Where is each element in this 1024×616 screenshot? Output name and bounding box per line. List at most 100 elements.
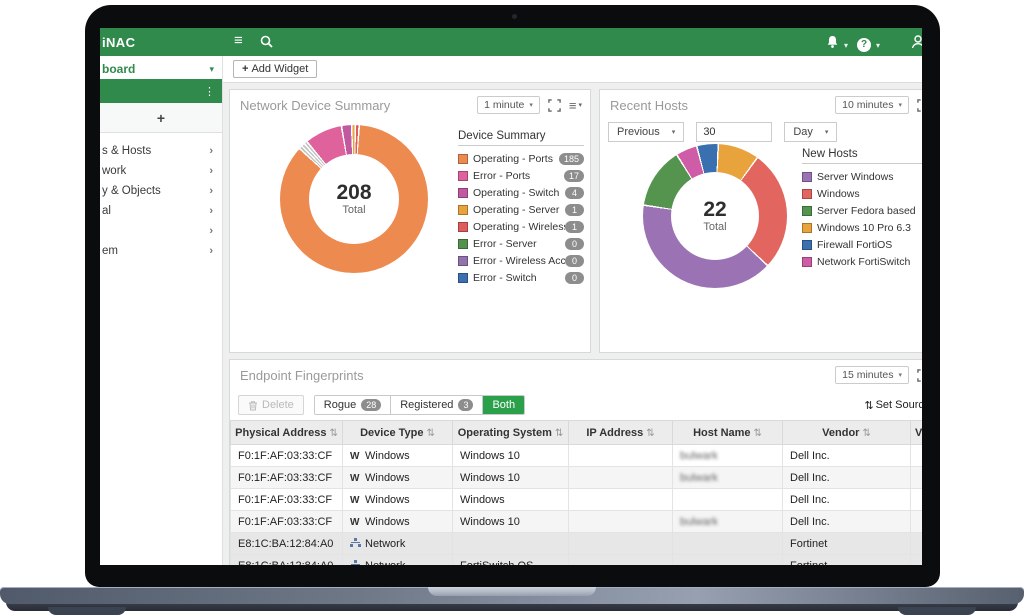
legend-item[interactable]: Windows 10 Pro 6.3 (802, 219, 922, 236)
cell-host-name[interactable] (673, 555, 783, 566)
table-row[interactable]: E8:1C:BA:12:84:A0 Network Fortinet (231, 533, 923, 555)
widget-menu-icon[interactable]: ≡ ▾ (569, 98, 582, 113)
cell-ip-address[interactable] (569, 467, 673, 489)
legend-item[interactable]: Error - Wireless Acc... 0 (458, 252, 584, 269)
cell-host-name[interactable] (673, 533, 783, 555)
legend-item[interactable]: Error - Server 0 (458, 235, 584, 252)
cell-physical-address[interactable]: F0:1F:AF:03:33:CF (231, 511, 343, 533)
cell-device-type[interactable]: Windows (343, 489, 453, 511)
expand-icon[interactable] (548, 99, 561, 112)
cell-device-type[interactable]: Windows (343, 467, 453, 489)
cell-vendor[interactable]: Fortinet (783, 555, 911, 566)
cell-host-name[interactable]: bulwark (673, 511, 783, 533)
cell-vendor[interactable]: Dell Inc. (783, 489, 911, 511)
refresh-interval-dropdown[interactable]: 1 minute ▾ (477, 96, 540, 114)
sort-icon[interactable]: ⇅ (754, 428, 762, 439)
user-icon[interactable] (910, 34, 922, 54)
cell-extra[interactable] (911, 445, 923, 467)
legend-item[interactable]: Server Fedora based (802, 202, 922, 219)
sidebar-item[interactable]: em › (100, 241, 222, 261)
legend-item[interactable]: Operating - Ports 185 (458, 150, 584, 167)
cell-ip-address[interactable] (569, 489, 673, 511)
cell-vendor[interactable]: Dell Inc. (783, 511, 911, 533)
table-row[interactable]: F0:1F:AF:03:33:CF Windows Windows 10 bul… (231, 445, 923, 467)
cell-operating-system[interactable]: Windows 10 (453, 511, 569, 533)
column-header[interactable]: IP Address⇅ (569, 421, 673, 445)
cell-vendor[interactable]: Dell Inc. (783, 445, 911, 467)
cell-extra[interactable] (911, 511, 923, 533)
column-header[interactable]: Host Name⇅ (673, 421, 783, 445)
help-caret-icon[interactable]: ▾ (876, 38, 880, 54)
table-row[interactable]: F0:1F:AF:03:33:CF Windows Windows 10 bul… (231, 467, 923, 489)
add-widget-button[interactable]: + Add Widget (233, 60, 317, 78)
cell-operating-system[interactable]: Windows 10 (453, 445, 569, 467)
legend-item[interactable]: Server Windows (802, 168, 922, 185)
cell-ip-address[interactable] (569, 533, 673, 555)
kebab-menu-icon[interactable]: ⋮ (204, 85, 215, 98)
legend-item[interactable]: Error - Switch 0 (458, 269, 584, 286)
sort-icon[interactable]: ⇅ (646, 428, 654, 439)
table-row[interactable]: E8:1C:BA:12:84:A0 Network FortiSwitch OS… (231, 555, 923, 566)
table-row[interactable]: F0:1F:AF:03:33:CF Windows Windows Dell I… (231, 489, 923, 511)
cell-extra[interactable] (911, 467, 923, 489)
bell-icon[interactable] (826, 35, 839, 53)
sidebar-item[interactable]: al › (100, 201, 222, 221)
cell-physical-address[interactable]: F0:1F:AF:03:33:CF (231, 489, 343, 511)
legend-item[interactable]: Windows (802, 185, 922, 202)
registered-filter-button[interactable]: Registered 3 (390, 396, 482, 414)
sort-icon[interactable]: ⇅ (329, 428, 337, 439)
cell-extra[interactable] (911, 533, 923, 555)
cell-physical-address[interactable]: F0:1F:AF:03:33:CF (231, 467, 343, 489)
both-filter-button[interactable]: Both (482, 396, 524, 414)
legend-item[interactable]: Operating - Switch 4 (458, 184, 584, 201)
cell-operating-system[interactable]: Windows 10 (453, 467, 569, 489)
sidebar-item[interactable]: s & Hosts › (100, 141, 222, 161)
device-summary-donut-chart[interactable]: 208 Total (280, 125, 428, 273)
cell-device-type[interactable]: Windows (343, 445, 453, 467)
cell-host-name[interactable]: bulwark (673, 467, 783, 489)
cell-ip-address[interactable] (569, 511, 673, 533)
cell-ip-address[interactable] (569, 555, 673, 566)
cell-physical-address[interactable]: E8:1C:BA:12:84:A0 (231, 533, 343, 555)
cell-operating-system[interactable]: Windows (453, 489, 569, 511)
legend-item[interactable]: Error - Ports 17 (458, 167, 584, 184)
sidebar-active-dashboard[interactable]: ⋮ (100, 79, 222, 103)
cell-operating-system[interactable]: FortiSwitch OS (453, 555, 569, 566)
cell-device-type[interactable]: Network (343, 555, 453, 566)
cell-extra[interactable] (911, 555, 923, 566)
column-header[interactable]: V⇅ (911, 421, 923, 445)
previous-dropdown[interactable]: Previous ▾ (608, 122, 684, 142)
sidebar-item[interactable]: work › (100, 161, 222, 181)
sidebar-item[interactable]: › (100, 221, 222, 241)
refresh-interval-dropdown[interactable]: 15 minutes ▾ (835, 366, 909, 384)
cell-host-name[interactable] (673, 489, 783, 511)
column-header[interactable]: Physical Address⇅ (231, 421, 343, 445)
dashboard-selector[interactable]: board ▾ (100, 59, 222, 79)
refresh-interval-dropdown[interactable]: 10 minutes ▾ (835, 96, 909, 114)
legend-item[interactable]: Firewall FortiOS (802, 236, 922, 253)
cell-operating-system[interactable] (453, 533, 569, 555)
expand-icon[interactable] (917, 99, 922, 112)
bell-caret-icon[interactable]: ▾ (844, 38, 848, 54)
cell-physical-address[interactable]: E8:1C:BA:12:84:A0 (231, 555, 343, 566)
legend-item[interactable]: Operating - Wireless... 1 (458, 218, 584, 235)
unit-dropdown[interactable]: Day ▾ (784, 122, 837, 142)
legend-item[interactable]: Network FortiSwitch (802, 253, 922, 270)
help-icon[interactable]: ? (857, 35, 871, 52)
recent-hosts-donut-chart[interactable]: 22 Total (643, 144, 787, 288)
rogue-filter-button[interactable]: Rogue 28 (315, 396, 390, 414)
delete-button[interactable]: Delete (238, 395, 304, 415)
cell-device-type[interactable]: Network (343, 533, 453, 555)
cell-host-name[interactable]: bulwark (673, 445, 783, 467)
menu-hamburger-icon[interactable]: ≡ (234, 33, 243, 49)
sort-icon[interactable]: ⇅ (555, 428, 563, 439)
table-row[interactable]: F0:1F:AF:03:33:CF Windows Windows 10 bul… (231, 511, 923, 533)
sort-icon[interactable]: ⇅ (427, 428, 435, 439)
column-header[interactable]: Device Type⇅ (343, 421, 453, 445)
search-icon[interactable] (260, 35, 273, 52)
cell-vendor[interactable]: Fortinet (783, 533, 911, 555)
column-header[interactable]: Vendor⇅ (783, 421, 911, 445)
range-value-input[interactable] (696, 122, 772, 142)
cell-physical-address[interactable]: F0:1F:AF:03:33:CF (231, 445, 343, 467)
expand-icon[interactable] (917, 369, 922, 382)
